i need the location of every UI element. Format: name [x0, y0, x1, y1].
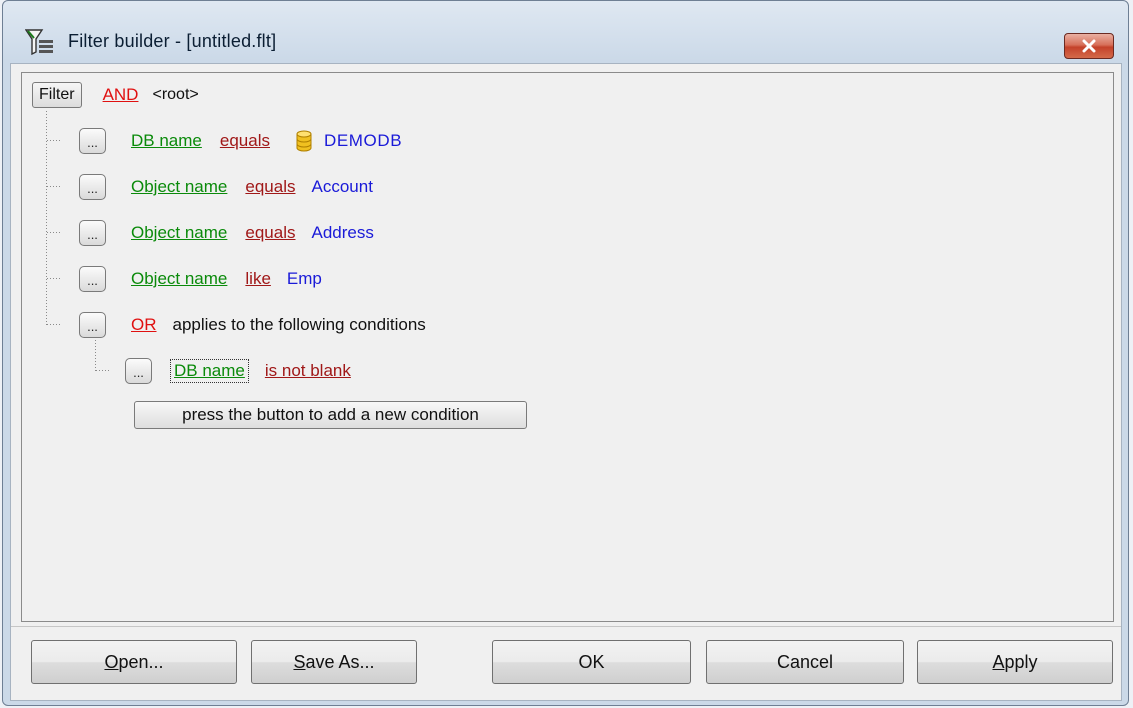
group-row: ... OR applies to the following conditio…	[79, 312, 426, 338]
condition-field[interactable]: Object name	[131, 223, 227, 243]
condition-value[interactable]: Emp	[287, 269, 322, 289]
apply-button[interactable]: Apply	[917, 640, 1113, 684]
save-as-button-accel: S	[293, 651, 306, 672]
group-menu-button[interactable]: ...	[79, 312, 106, 338]
close-icon	[1082, 39, 1096, 53]
condition-row: ... Object name equals Address	[79, 220, 374, 246]
filter-button[interactable]: Filter	[32, 82, 82, 108]
root-row: Filter AND <root>	[32, 82, 199, 108]
group-operator[interactable]: OR	[131, 315, 157, 335]
save-as-button-label: ave As...	[305, 651, 375, 672]
condition-field[interactable]: Object name	[131, 177, 227, 197]
open-button-accel: O	[104, 651, 119, 672]
save-as-button[interactable]: Save As...	[251, 640, 417, 684]
close-button[interactable]	[1064, 33, 1114, 59]
condition-menu-button[interactable]: ...	[79, 266, 106, 292]
ok-button[interactable]: OK	[492, 640, 691, 684]
condition-operator[interactable]: is not blank	[265, 361, 351, 381]
condition-value[interactable]: Account	[312, 177, 373, 197]
condition-operator[interactable]: equals	[245, 177, 295, 197]
condition-menu-button[interactable]: ...	[79, 128, 106, 154]
condition-value[interactable]: Address	[312, 223, 374, 243]
tree-connector-lines	[46, 111, 109, 372]
condition-field[interactable]: DB name	[131, 131, 202, 151]
condition-row: ... DB name equals DEMODB	[79, 128, 402, 154]
condition-operator[interactable]: equals	[220, 131, 270, 151]
condition-field[interactable]: DB name	[170, 359, 249, 383]
group-description: applies to the following conditions	[172, 315, 426, 334]
add-condition-button[interactable]: press the button to add a new condition	[134, 401, 527, 429]
cancel-button[interactable]: Cancel	[706, 640, 904, 684]
root-label: <root>	[152, 86, 199, 103]
open-button-label: pen...	[118, 651, 164, 672]
condition-operator[interactable]: equals	[245, 223, 295, 243]
condition-row: ... Object name equals Account	[79, 174, 373, 200]
condition-menu-button[interactable]: ...	[79, 220, 106, 246]
footer-separator	[11, 626, 1121, 627]
dialog-client-area: Filter AND <root> ... DB name equals DEM…	[10, 63, 1122, 701]
open-button[interactable]: Open...	[31, 640, 237, 684]
condition-field[interactable]: Object name	[131, 269, 227, 289]
filter-tree-panel: Filter AND <root> ... DB name equals DEM…	[21, 72, 1114, 622]
condition-value[interactable]: DEMODB	[324, 131, 402, 151]
database-icon	[296, 130, 312, 152]
condition-menu-button[interactable]: ...	[79, 174, 106, 200]
window-title: Filter builder - [untitled.flt]	[68, 31, 277, 51]
condition-row: ... DB name is not blank	[125, 358, 351, 384]
filter-funnel-icon	[25, 29, 53, 55]
apply-button-label: pply	[1004, 651, 1038, 672]
condition-row: ... Object name like Emp	[79, 266, 322, 292]
condition-menu-button[interactable]: ...	[125, 358, 152, 384]
filter-builder-window: Filter builder - [untitled.flt] Filter A…	[2, 0, 1129, 706]
root-operator[interactable]: AND	[103, 85, 139, 105]
condition-operator[interactable]: like	[245, 269, 271, 289]
title-bar[interactable]: Filter builder - [untitled.flt]	[3, 1, 1128, 59]
apply-button-accel: A	[992, 651, 1005, 672]
